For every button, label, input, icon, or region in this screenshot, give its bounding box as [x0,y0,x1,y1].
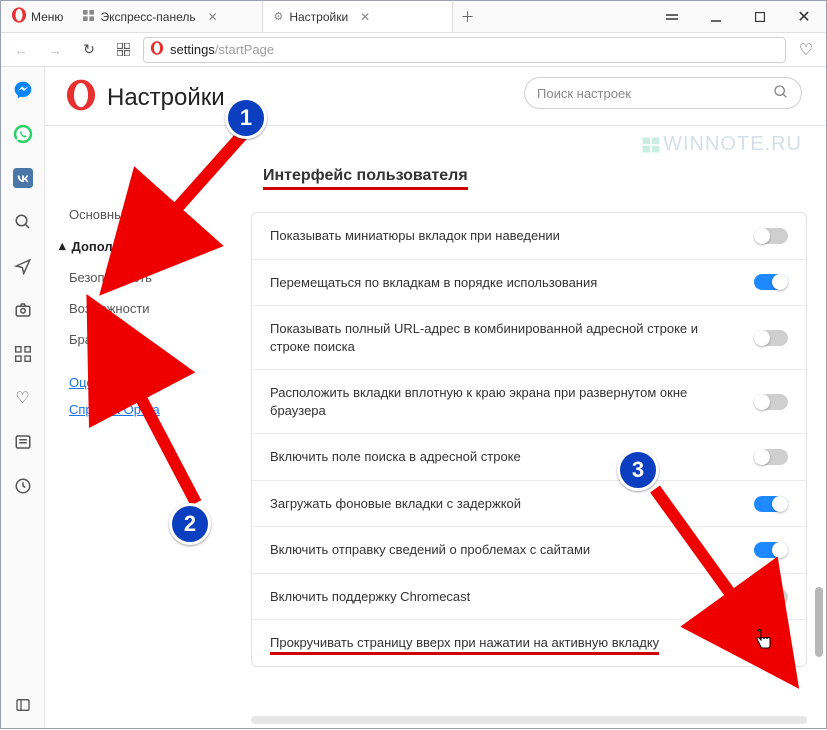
nav-advanced[interactable]: ▴ Дополнительно [59,230,229,262]
reload-button[interactable]: ↻ [75,36,103,64]
toggle[interactable] [754,330,788,346]
menu-label: Меню [31,10,63,24]
news-icon[interactable] [12,431,34,453]
sidebar-rail: ♡ [1,67,45,728]
link-help[interactable]: Справка Opera [59,396,229,423]
url-input[interactable]: settings/startPage [143,37,786,63]
settings-search[interactable]: Поиск настроек [524,77,802,109]
section-title: Интерфейс пользователя [263,167,468,190]
setting-row[interactable]: Расположить вкладки вплотную к краю экра… [252,369,806,433]
watermark-text: WINNOTE.RU [663,133,802,156]
setting-label: Включить поле поиска в адресной строке [270,448,754,466]
setting-row[interactable]: Загружать фоновые вкладки с задержкой [252,480,806,527]
toggle[interactable] [754,589,788,605]
search-icon [773,84,789,103]
maximize-icon[interactable] [738,1,782,32]
opera-icon [11,7,27,26]
setting-label: Показывать полный URL-адрес в комбиниров… [270,320,754,355]
chevron-up-icon: ▴ [59,238,66,254]
setting-label: Перемещаться по вкладкам в порядке испол… [270,274,754,292]
setting-label: Включить отправку сведений о проблемах с… [270,541,754,559]
vertical-scrollbar[interactable] [815,587,823,657]
divider [45,125,826,126]
setting-row[interactable]: Включить поле поиска в адресной строке [252,433,806,480]
search-placeholder: Поиск настроек [537,86,631,101]
toggle[interactable] [754,635,788,651]
bookmark-button[interactable]: ♡ [792,40,820,60]
nav-features[interactable]: Возможности [59,293,229,324]
setting-label: Расположить вкладки вплотную к краю экра… [270,384,754,419]
search-icon[interactable] [12,211,34,233]
link-rate[interactable]: Оценить Opera [59,369,229,396]
tab-speeddial[interactable]: Экспресс-панель ✕ [73,1,263,32]
horizontal-scrollbar[interactable] [251,716,807,724]
opera-icon [150,41,164,58]
address-bar: ← → ↻ settings/startPage ♡ [1,33,826,67]
gear-icon: ⚙ [273,10,283,23]
history-icon[interactable] [12,475,34,497]
watermark: WINNOTE.RU [641,133,802,156]
nav-browser[interactable]: Браузер [59,324,229,355]
forward-button[interactable]: → [41,36,69,64]
grid-icon [83,10,94,24]
setting-row[interactable]: Перемещаться по вкладкам в порядке испол… [252,259,806,306]
setting-label: Загружать фоновые вкладки с задержкой [270,495,754,513]
minimize-icon[interactable] [694,1,738,32]
nav-advanced-label: Дополнительно [72,239,175,254]
toggle[interactable] [754,449,788,465]
setting-label: Показывать миниатюры вкладок при наведен… [270,227,754,245]
titlebar: Меню Экспресс-панель ✕ ⚙ Настройки ✕ ＋ ✕ [1,1,826,33]
close-window-icon[interactable]: ✕ [782,1,826,32]
page-header: Настройки [65,79,225,116]
close-icon[interactable]: ✕ [208,10,218,24]
panel-toggle-icon[interactable] [12,694,34,716]
vk-icon[interactable] [12,167,34,189]
tab-settings[interactable]: ⚙ Настройки ✕ [263,1,453,32]
setting-row[interactable]: Включить отправку сведений о проблемах с… [252,526,806,573]
messenger-icon[interactable] [12,79,34,101]
url-tail: /startPage [215,42,274,57]
toggle[interactable] [754,496,788,512]
snapshot-icon[interactable] [12,299,34,321]
page-title: Настройки [107,84,225,112]
content: ♡ Настройки Поиск настроек Основные [1,67,826,728]
nav-security[interactable]: Безопасность [59,262,229,293]
setting-label: Включить поддержку Chromecast [270,588,754,606]
heart-icon[interactable]: ♡ [12,387,34,409]
window-controls: ✕ [650,1,826,32]
settings-page: Настройки Поиск настроек Основные ▴ Допо… [45,67,826,728]
toggle[interactable] [754,274,788,290]
tab-label: Экспресс-панель [100,10,195,24]
setting-row[interactable]: Прокручивать страницу вверх при нажатии … [252,619,806,666]
setting-label: Прокручивать страницу вверх при нажатии … [270,634,754,652]
settings-nav: Основные ▴ Дополнительно Безопасность Во… [59,199,229,423]
settings-main: Интерфейс пользователя Показывать миниат… [251,167,807,667]
speeddial-icon[interactable] [12,343,34,365]
tab-label: Настройки [289,10,348,24]
settings-card: Показывать миниатюры вкладок при наведен… [251,212,807,667]
new-tab-button[interactable]: ＋ [453,1,481,32]
setting-row[interactable]: Показывать полный URL-адрес в комбиниров… [252,305,806,369]
flow-icon[interactable] [12,255,34,277]
setting-row[interactable]: Показывать миниатюры вкладок при наведен… [252,213,806,259]
toggle[interactable] [754,228,788,244]
min-window-icon[interactable] [650,1,694,32]
back-button[interactable]: ← [7,36,35,64]
url-path: settings [170,42,215,57]
speedial-button[interactable] [109,36,137,64]
toggle[interactable] [754,542,788,558]
setting-row[interactable]: Включить поддержку Chromecast [252,573,806,620]
menu-button[interactable]: Меню [1,1,73,32]
toggle[interactable] [754,394,788,410]
opera-icon [65,79,97,116]
nav-basic[interactable]: Основные [59,199,229,230]
close-icon[interactable]: ✕ [360,10,370,24]
whatsapp-icon[interactable] [12,123,34,145]
